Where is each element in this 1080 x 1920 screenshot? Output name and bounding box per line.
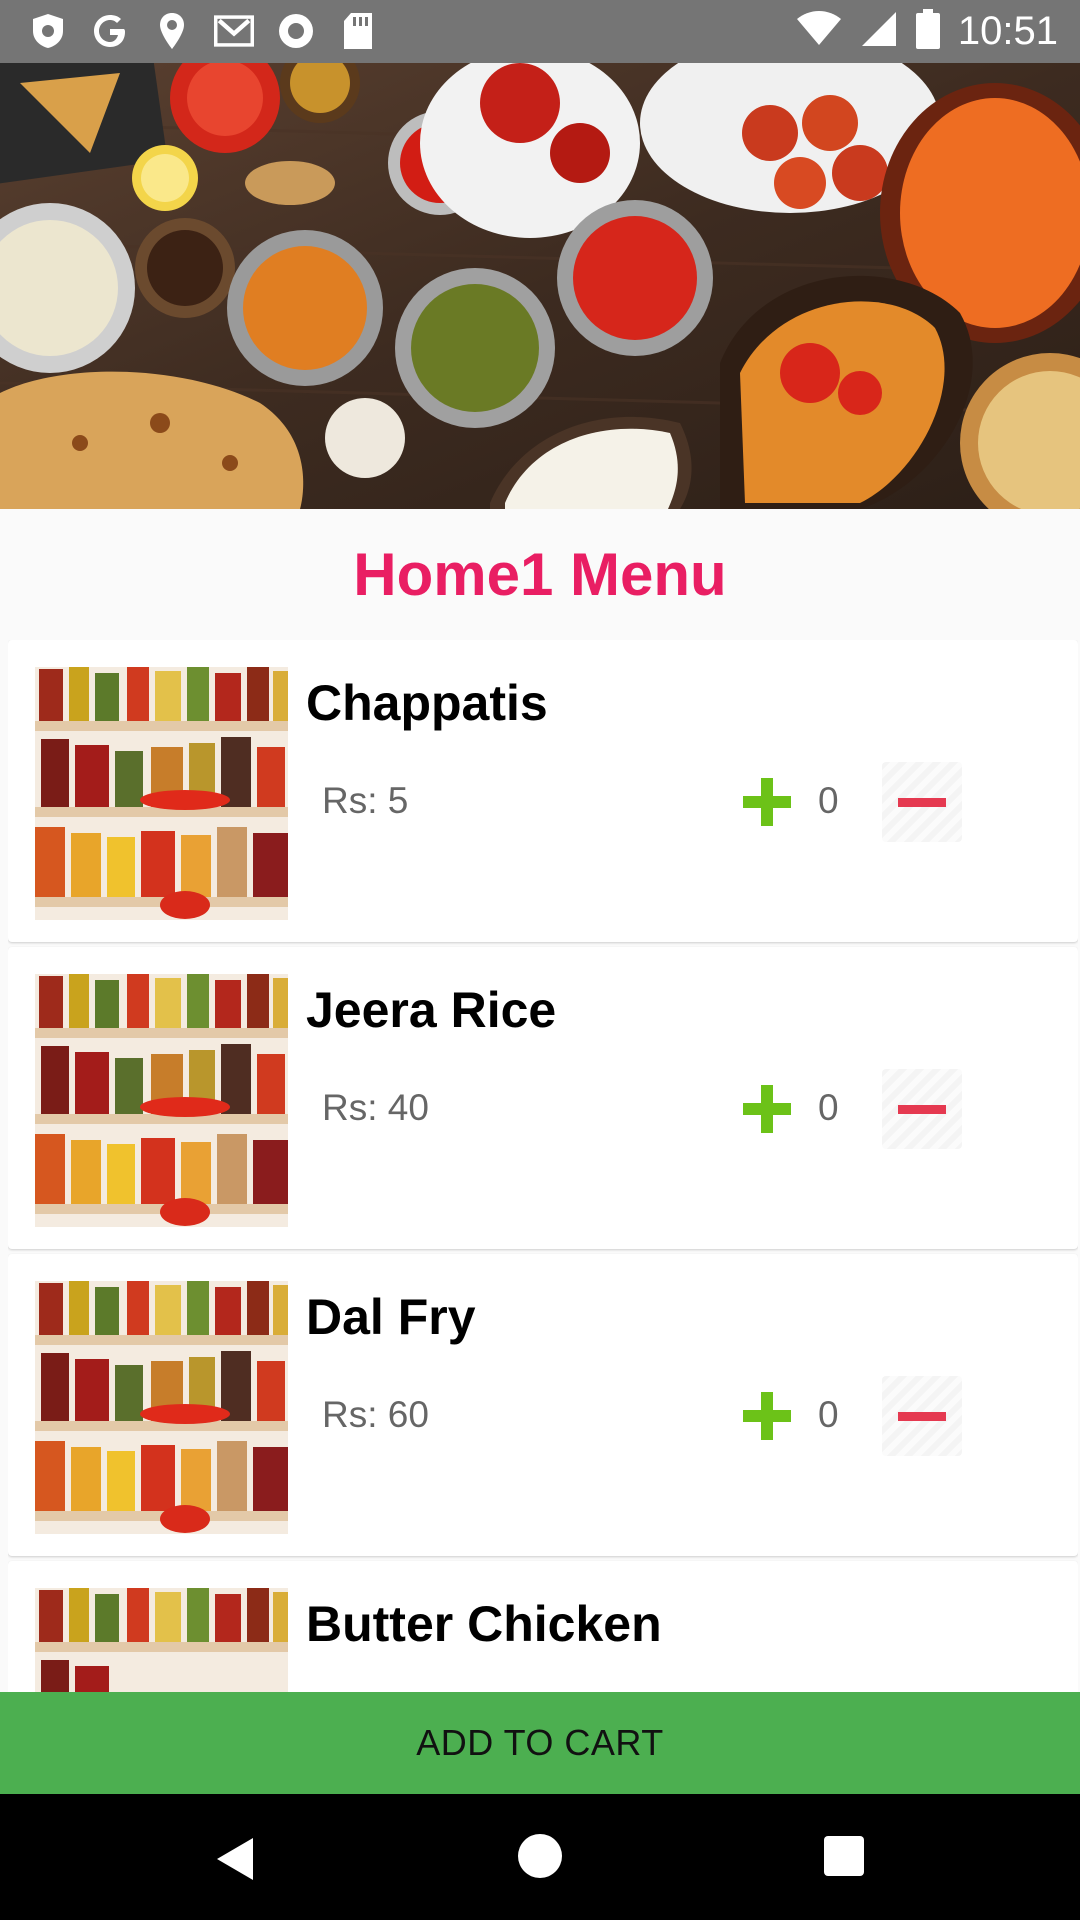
status-bar: 10:51: [0, 0, 1080, 63]
item-name: Jeera Rice: [306, 982, 557, 1038]
increase-quantity-button[interactable]: [741, 1390, 793, 1442]
hero-food-image: [0, 63, 1080, 509]
title-area: Home1 Menu: [0, 509, 1080, 639]
menu-item-card: Dal Fry Rs: 60 0: [8, 1254, 1078, 1556]
menu-list[interactable]: Chappatis Rs: 5 0 Jeera Rice Rs: 40 0 Da…: [8, 640, 1078, 1692]
item-name: Chappatis: [306, 675, 548, 731]
sd-card-icon: [338, 11, 378, 51]
back-icon[interactable]: [215, 1836, 255, 1887]
quantity-value: 0: [818, 780, 839, 821]
pantry-jars-image: [35, 1281, 288, 1534]
pantry-jars-image: [35, 974, 288, 1227]
decrease-quantity-button[interactable]: [882, 762, 962, 842]
radio-icon: [276, 11, 316, 51]
gmail-icon: [214, 11, 254, 51]
recents-icon[interactable]: [824, 1836, 864, 1876]
minus-icon: [898, 1105, 946, 1114]
notification-icons: [28, 10, 378, 52]
plus-icon: [743, 1392, 791, 1440]
menu-item-card: Butter Chicken: [8, 1561, 1078, 1692]
add-to-cart-button[interactable]: ADD TO CART: [0, 1692, 1080, 1794]
pantry-jars-image: [35, 667, 288, 920]
minus-icon: [898, 798, 946, 807]
quantity-value: 0: [818, 1394, 839, 1435]
shield-icon: [28, 11, 68, 51]
system-status: 10:51: [796, 8, 1058, 54]
decrease-quantity-button[interactable]: [882, 1069, 962, 1149]
home-icon[interactable]: [518, 1834, 562, 1878]
decrease-quantity-button[interactable]: [882, 1376, 962, 1456]
quantity-value: 0: [818, 1087, 839, 1128]
menu-item-card: Chappatis Rs: 5 0: [8, 640, 1078, 942]
wifi-icon: [796, 10, 842, 52]
minus-icon: [898, 1412, 946, 1421]
increase-quantity-button[interactable]: [741, 776, 793, 828]
clock: 10:51: [957, 8, 1058, 53]
signal-icon: [860, 10, 898, 53]
item-price: Rs: 40: [322, 1087, 429, 1128]
navigation-bar: [0, 1794, 1080, 1920]
menu-item-card: Jeera Rice Rs: 40 0: [8, 947, 1078, 1249]
item-price: Rs: 5: [322, 780, 409, 821]
location-pin-icon: [152, 11, 192, 51]
battery-icon: [915, 8, 940, 54]
increase-quantity-button[interactable]: [741, 1083, 793, 1135]
item-name: Dal Fry: [306, 1289, 476, 1345]
google-g-icon: [90, 11, 130, 51]
pantry-jars-image: [35, 1588, 288, 1692]
item-name: Butter Chicken: [306, 1596, 662, 1652]
page-title: Home1 Menu: [353, 540, 727, 608]
item-price: Rs: 60: [322, 1394, 429, 1435]
plus-icon: [743, 1085, 791, 1133]
plus-icon: [743, 778, 791, 826]
